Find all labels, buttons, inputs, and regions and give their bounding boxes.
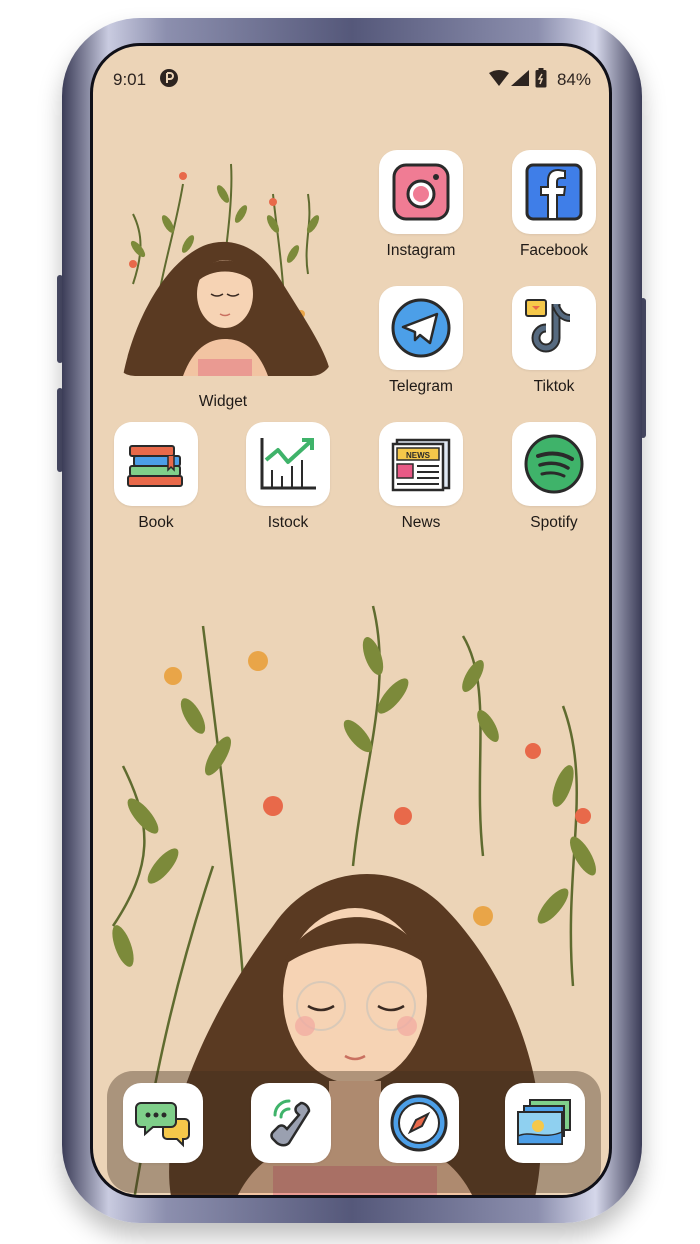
dock-photos[interactable] xyxy=(505,1083,585,1163)
svg-text:NEWS: NEWS xyxy=(406,451,431,460)
app-tile[interactable] xyxy=(379,150,463,234)
app-tile[interactable] xyxy=(512,422,596,506)
app-tile[interactable] xyxy=(512,150,596,234)
compass-icon xyxy=(390,1094,448,1152)
app-tiktok[interactable]: Tiktok xyxy=(509,286,599,396)
messages-icon xyxy=(135,1102,190,1148)
photos-icon xyxy=(517,1099,571,1145)
app-label: Book xyxy=(138,514,174,531)
telegram-icon xyxy=(391,298,451,358)
app-label: Telegram xyxy=(389,378,453,395)
dock-messages[interactable] xyxy=(123,1083,203,1163)
book-icon xyxy=(127,445,183,487)
phone-icon xyxy=(270,1099,311,1147)
status-time: 9:01 xyxy=(113,70,147,89)
photo-widget[interactable]: Widget xyxy=(113,154,333,410)
widget-illustration xyxy=(113,154,333,376)
app-tile[interactable] xyxy=(246,422,330,506)
app-label: Instagram xyxy=(386,242,456,259)
app-telegram[interactable]: Telegram xyxy=(376,286,466,396)
app-tile[interactable]: NEWS xyxy=(379,422,463,506)
widget-label: Widget xyxy=(198,393,248,410)
stock-chart-icon xyxy=(260,438,316,490)
app-label: Facebook xyxy=(519,242,589,259)
app-spotify[interactable]: Spotify xyxy=(509,422,599,532)
app-news[interactable]: NEWS News xyxy=(376,422,466,532)
spotify-icon xyxy=(524,434,584,494)
app-label: Spotify xyxy=(530,514,578,531)
app-istock[interactable]: Istock xyxy=(243,422,333,532)
dock xyxy=(107,1071,601,1193)
battery-icon xyxy=(535,68,547,88)
notification-icon xyxy=(160,69,178,87)
app-label: News xyxy=(401,514,441,531)
instagram-icon xyxy=(392,163,450,221)
app-tile[interactable] xyxy=(114,422,198,506)
home-screen: 9:01 84% Widget Instagram Facebook Teleg… xyxy=(90,43,612,1198)
battery-level: 84% xyxy=(556,70,591,89)
app-tile[interactable] xyxy=(379,286,463,370)
wifi-icon xyxy=(489,70,509,86)
dock-browser[interactable] xyxy=(379,1083,459,1163)
tiktok-icon xyxy=(525,299,571,353)
app-instagram[interactable]: Instagram xyxy=(376,150,466,260)
signal-icon xyxy=(511,70,529,86)
status-bar: 9:01 84% xyxy=(93,46,609,106)
app-book[interactable]: Book xyxy=(111,422,201,532)
app-tile[interactable] xyxy=(512,286,596,370)
facebook-icon xyxy=(525,163,583,221)
app-label: Tiktok xyxy=(533,378,575,395)
news-icon: NEWS xyxy=(391,438,451,492)
app-label: Istock xyxy=(267,514,309,531)
dock-phone[interactable] xyxy=(251,1083,331,1163)
app-facebook[interactable]: Facebook xyxy=(509,150,599,260)
